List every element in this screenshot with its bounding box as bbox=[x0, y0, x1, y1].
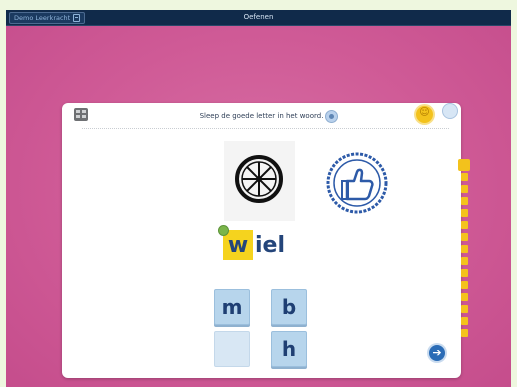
progress-segment bbox=[461, 173, 468, 181]
progress-segment bbox=[461, 305, 468, 313]
progress-segment bbox=[461, 281, 468, 289]
progress-segment bbox=[461, 221, 468, 229]
progress-segment bbox=[461, 197, 468, 205]
progress-segment bbox=[461, 293, 468, 301]
progress-segment bbox=[461, 329, 468, 337]
letter-tile[interactable]: m bbox=[214, 289, 250, 325]
page-title: Oefenen bbox=[243, 13, 274, 21]
speaker-icon[interactable] bbox=[325, 110, 338, 123]
progress-bar bbox=[458, 159, 470, 339]
instruction-text: Sleep de goede letter in het woord. bbox=[199, 112, 324, 120]
word-remainder: iel bbox=[255, 232, 286, 258]
smiley-icon[interactable] bbox=[416, 106, 433, 123]
target-word: w iel bbox=[218, 225, 286, 265]
exercise-card: Sleep de goede letter in het woord. ☺ w … bbox=[62, 103, 470, 378]
navbar: Demo Leerkracht Oefenen bbox=[6, 10, 511, 26]
status-dot bbox=[218, 225, 229, 236]
progress-segment bbox=[461, 317, 468, 325]
progress-segment bbox=[461, 209, 468, 217]
progress-segment bbox=[461, 185, 468, 193]
slot-letter: w bbox=[227, 232, 249, 258]
letter-tile[interactable]: h bbox=[271, 331, 307, 367]
circle-button-icon[interactable] bbox=[442, 103, 458, 119]
letter-tile[interactable]: b bbox=[271, 289, 307, 325]
divider bbox=[82, 128, 449, 129]
progress-marker bbox=[458, 159, 470, 171]
thumbs-up-stamp bbox=[325, 151, 390, 216]
progress-segment bbox=[461, 233, 468, 241]
letter-drop-slot[interactable]: w bbox=[218, 225, 253, 260]
progress-segment bbox=[461, 245, 468, 253]
wheel-picture bbox=[224, 141, 295, 221]
arrow-right-icon[interactable]: ➔ bbox=[429, 345, 445, 361]
progress-segment bbox=[461, 269, 468, 277]
progress-segment bbox=[461, 257, 468, 265]
empty-tile-slot[interactable] bbox=[214, 331, 250, 367]
